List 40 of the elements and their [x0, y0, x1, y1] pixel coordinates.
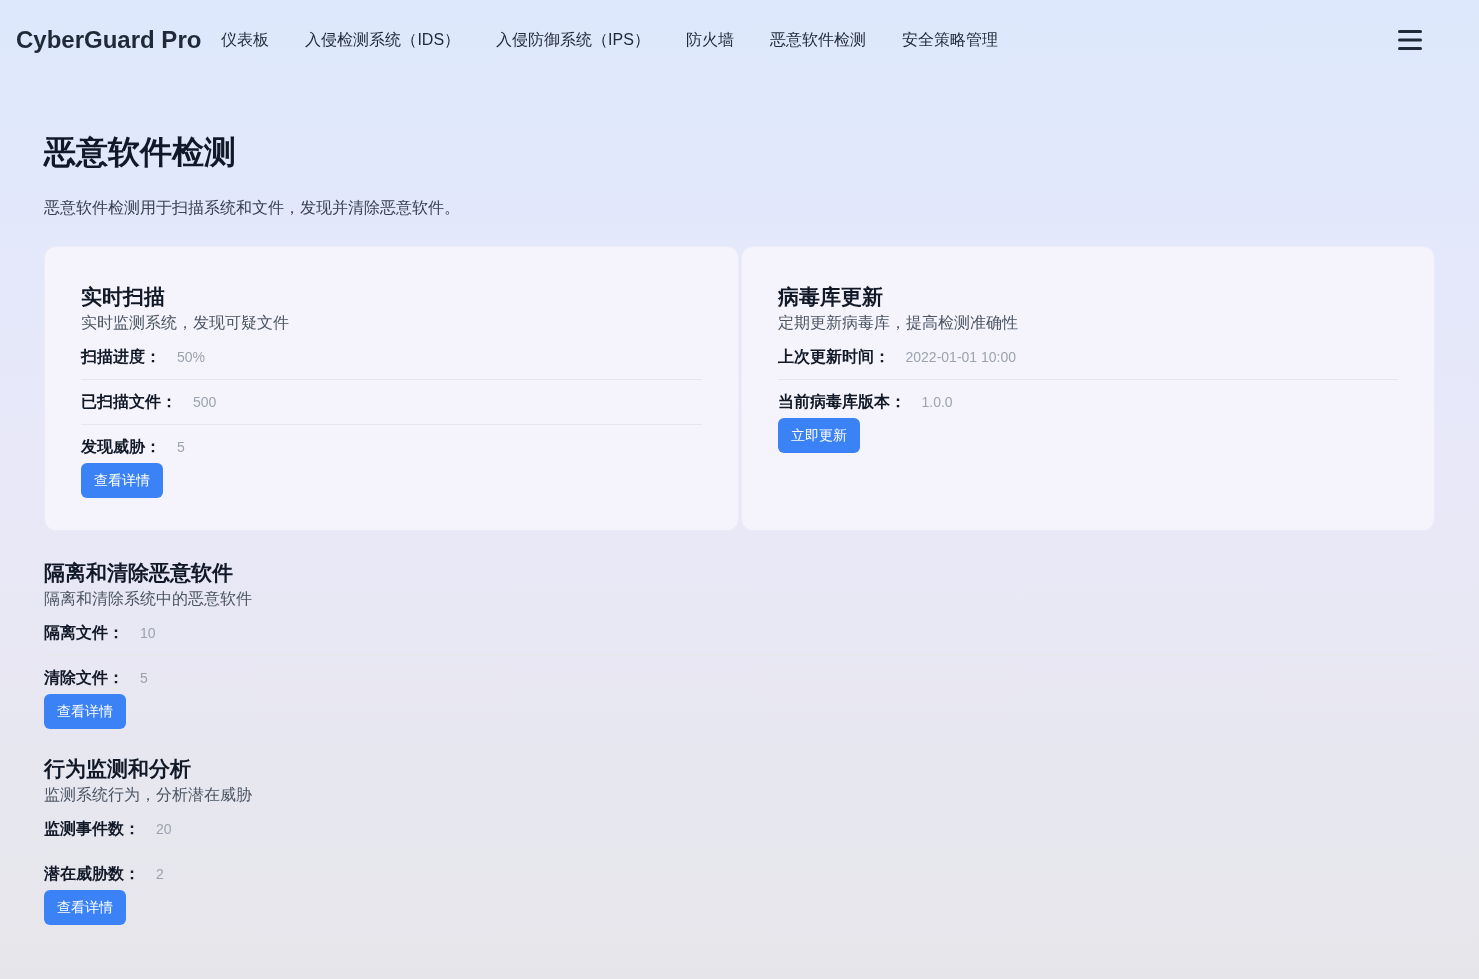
field-label: 已扫描文件：	[81, 392, 177, 412]
field-label: 当前病毒库版本：	[777, 392, 906, 412]
action-button[interactable]: 立即更新	[777, 418, 860, 453]
field-label: 监测事件数：	[44, 819, 140, 839]
field-value: 20	[156, 819, 172, 839]
field-label: 隔离文件：	[44, 623, 124, 643]
field-value: 500	[193, 392, 217, 412]
section-subtitle: 实时监测系统，发现可疑文件	[81, 313, 290, 333]
field-label: 潜在威胁数：	[44, 864, 140, 884]
field-value: 5	[140, 668, 148, 688]
field-label: 上次更新时间：	[777, 347, 890, 367]
field-value: 5	[177, 437, 185, 457]
nav-link[interactable]: 入侵防御系统（IPS）	[496, 28, 650, 52]
section-subtitle: 隔离和清除系统中的恶意软件	[44, 589, 253, 609]
field-value: 2	[156, 864, 164, 884]
page-title: 恶意软件检测	[44, 133, 237, 172]
nav-link[interactable]: 仪表板	[221, 28, 270, 52]
action-button[interactable]: 查看详情	[81, 463, 163, 498]
section-title: 病毒库更新	[777, 284, 884, 310]
nav-link[interactable]: 入侵检测系统（IDS）	[305, 28, 461, 52]
section-title: 实时扫描	[81, 284, 166, 310]
nav-link[interactable]: 安全策略管理	[901, 28, 998, 52]
section-subtitle: 监测系统行为，分析潜在威胁	[44, 785, 253, 805]
section-title: 行为监测和分析	[44, 756, 192, 782]
action-button[interactable]: 查看详情	[44, 890, 126, 925]
field-value: 50%	[177, 347, 206, 367]
page-description: 恶意软件检测用于扫描系统和文件，发现并清除恶意软件。	[44, 198, 461, 218]
field-label: 发现威胁：	[81, 437, 161, 457]
field-label: 扫描进度：	[81, 347, 161, 367]
field-value: 1.0.0	[921, 392, 953, 412]
field-label: 清除文件：	[44, 668, 124, 688]
section-title: 隔离和清除恶意软件	[44, 560, 234, 586]
action-button[interactable]: 查看详情	[44, 694, 126, 729]
menu-icon[interactable]	[1397, 29, 1423, 51]
brand-logo[interactable]: CyberGuard Pro	[16, 22, 202, 58]
nav-link[interactable]: 恶意软件检测	[769, 28, 866, 52]
field-value: 2022-01-01 10:00	[905, 347, 1017, 367]
field-value: 10	[140, 623, 156, 643]
nav-link[interactable]: 防火墙	[685, 28, 734, 52]
section-subtitle: 定期更新病毒库，提高检测准确性	[777, 313, 1019, 333]
